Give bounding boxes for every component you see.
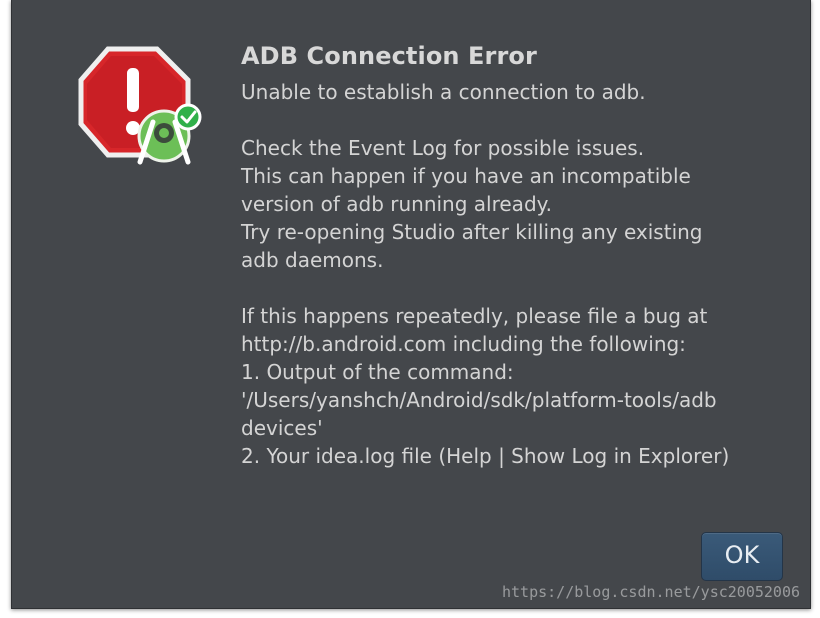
message-line: 1. Output of the command: (241, 360, 514, 384)
message-line: 2. Your idea.log file (Help | Show Log i… (241, 444, 730, 468)
message-line: If this happens repeatedly, please file … (241, 304, 708, 328)
message-line: '/Users/yanshch/Android/sdk/platform-too… (241, 388, 717, 412)
message-line: Unable to establish a connection to adb. (241, 80, 646, 104)
message-line: version of adb running already. (241, 192, 552, 216)
message-line: Check the Event Log for possible issues. (241, 136, 645, 160)
error-stop-icon (78, 46, 212, 170)
message-line: http://b.android.com including the follo… (241, 332, 686, 356)
dialog-title: ADB Connection Error (241, 42, 537, 70)
adb-connection-error-dialog: ADB Connection Error Unable to establish… (11, 0, 811, 609)
message-line: Try re-opening Studio after killing any … (241, 220, 703, 244)
watermark: https://blog.csdn.net/ysc20052006 (501, 583, 800, 601)
ok-button[interactable]: OK (701, 532, 783, 581)
message-body: Unable to establish a connection to adb.… (241, 78, 786, 470)
screen: ADB Connection Error Unable to establish… (0, 0, 820, 618)
message-line: This can happen if you have an incompati… (241, 164, 691, 188)
message-line: adb daemons. (241, 248, 384, 272)
dialog-content: ADB Connection Error Unable to establish… (241, 40, 786, 470)
message-line: devices' (241, 416, 323, 440)
